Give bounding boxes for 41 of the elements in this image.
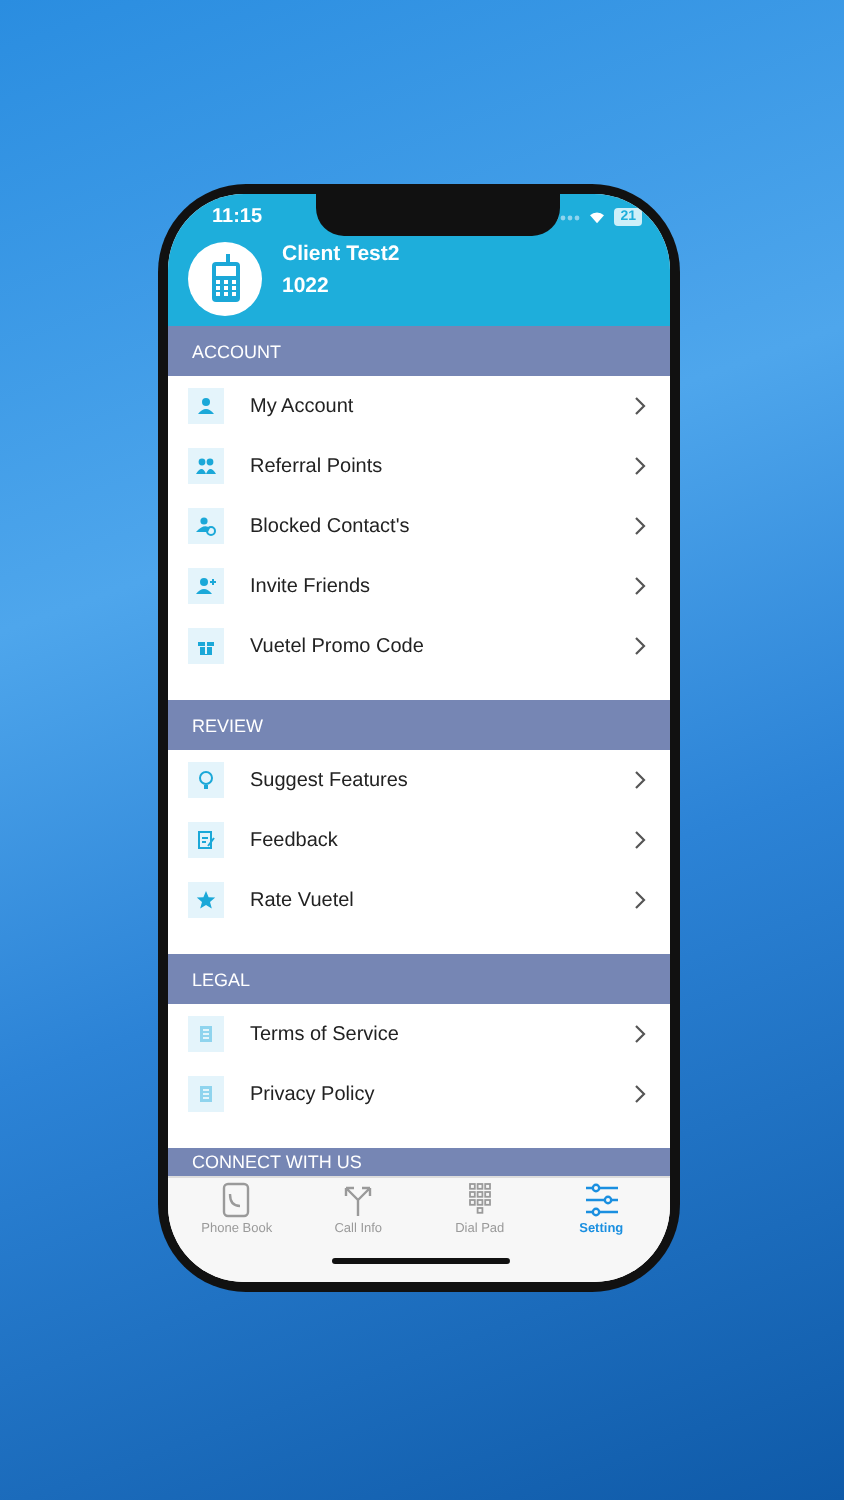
settings-row[interactable]: Invite Friends bbox=[168, 556, 670, 616]
wifi-icon bbox=[588, 209, 607, 223]
chevron-icon bbox=[634, 636, 646, 656]
settings-row[interactable]: Vuetel Promo Code bbox=[168, 616, 670, 676]
phone-book-icon bbox=[218, 1182, 255, 1218]
section-title: CONNECT WITH US bbox=[192, 1152, 362, 1172]
settings-row[interactable]: My Account bbox=[168, 376, 670, 436]
note-icon bbox=[188, 822, 224, 858]
chevron-icon bbox=[634, 770, 646, 790]
status-time: 11:15 bbox=[212, 205, 263, 227]
section-title: LEGAL bbox=[192, 969, 251, 989]
settings-row[interactable]: Suggest Features bbox=[168, 750, 670, 810]
chevron-icon bbox=[634, 456, 646, 476]
chevron-icon bbox=[634, 396, 646, 416]
gift-icon bbox=[188, 628, 224, 664]
settings-row[interactable]: Terms of Service bbox=[168, 1004, 670, 1064]
settings-row[interactable]: Referral Points bbox=[168, 436, 670, 496]
chevron-icon bbox=[634, 890, 646, 910]
lightbulb-icon bbox=[188, 762, 224, 798]
add-person-icon bbox=[188, 568, 224, 604]
chevron-icon bbox=[634, 830, 646, 850]
settings-row[interactable]: Privacy Policy bbox=[168, 1064, 670, 1124]
split-arrow-icon bbox=[340, 1182, 377, 1218]
person-icon bbox=[188, 388, 224, 424]
document-icon bbox=[188, 1016, 224, 1052]
chevron-icon bbox=[634, 576, 646, 596]
section-title: REVIEW bbox=[192, 715, 264, 735]
settings-row[interactable]: Feedback bbox=[168, 810, 670, 870]
sliders-icon bbox=[583, 1182, 620, 1218]
settings-row[interactable]: Blocked Contact's bbox=[168, 496, 670, 556]
profile-name: Client Test2 bbox=[282, 242, 400, 266]
people-icon bbox=[188, 448, 224, 484]
blocked-person-icon bbox=[188, 508, 224, 544]
section-title: ACCOUNT bbox=[192, 341, 281, 361]
chevron-icon bbox=[634, 516, 646, 536]
chevron-icon bbox=[634, 1084, 646, 1104]
document-icon bbox=[188, 1076, 224, 1112]
chevron-icon bbox=[634, 1024, 646, 1044]
settings-row[interactable]: Rate Vuetel bbox=[168, 870, 670, 930]
phone-keypad-icon bbox=[209, 254, 241, 302]
profile-number: 1022 bbox=[282, 274, 331, 298]
